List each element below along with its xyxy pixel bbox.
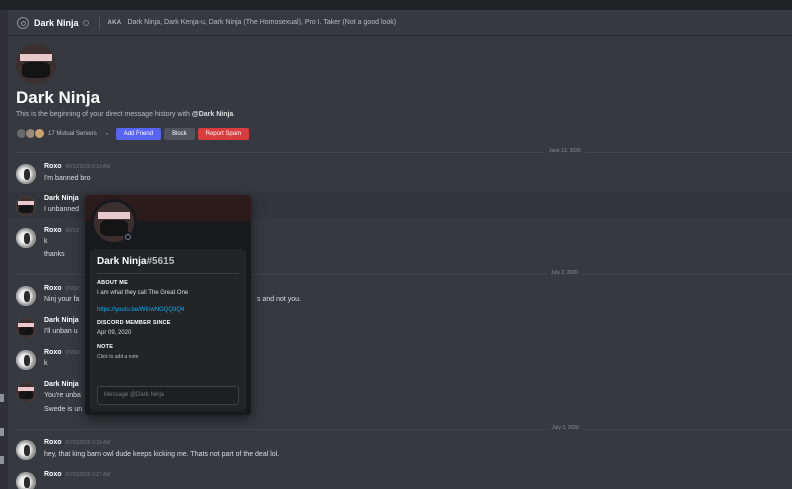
add-friend-button[interactable]: Add Friend [115,127,162,140]
message-author[interactable]: Roxo 06/12/2020 6:19 AM [44,163,110,170]
dm-title: Dark Ninja [16,88,101,107]
message-text: k [44,360,48,367]
about-me-heading: ABOUT ME [97,280,128,286]
aka-label: AKA [107,19,122,26]
message-text: You're unba [44,392,81,399]
rail-mark [0,456,4,464]
header-username[interactable]: Dark Ninja [34,18,79,28]
user-profile-popout[interactable]: Dark Ninja#5615 ABOUT ME I am what they … [85,195,251,415]
avatar[interactable] [16,318,36,338]
note-heading: NOTE [97,344,114,350]
window-top-strip [0,0,792,10]
dm-avatar[interactable] [16,44,56,84]
member-since-date: Apr 09, 2020 [97,330,132,336]
message-text: I unbanned [44,206,80,213]
message-timestamp: 07/03/2020 3:27 AM [65,472,111,478]
avatar[interactable] [16,286,36,306]
dot-separator [105,132,108,135]
message[interactable]: Roxo 07/03/2020 3:16 AM hey, that king ba… [8,436,792,464]
message-timestamp: 06/12/2020 6:19 AM [65,164,111,170]
message-text: k [44,238,48,245]
mutual-server-icons[interactable] [16,128,45,139]
offline-status-icon [123,232,133,242]
message-author[interactable]: Dark Ninja [44,381,79,388]
message-text: hey, that king barn owl dude keeps kicki… [44,451,280,458]
mutual-servers-link[interactable]: 17 Mutual Servers [48,131,97,137]
report-spam-button[interactable]: Report Spam [197,127,250,140]
profile-body: Dark Ninja#5615 ABOUT ME I am what they … [90,249,246,411]
message-timestamp: 07/03/2020 3:16 AM [65,440,111,446]
message-text: I'll unban u [44,328,78,335]
about-me-text: I am what they call The Great One [97,290,189,296]
message-text: thanks [44,251,65,258]
avatar[interactable] [16,228,36,248]
block-button[interactable]: Block [164,127,195,140]
message-text: Ninj your fa [44,296,80,303]
avatar[interactable] [16,382,36,402]
rail-mark [0,394,4,402]
message-author[interactable]: Dark Ninja [44,195,79,202]
message[interactable]: Roxo 06/12/2020 6:19 AM I'm banned bro [8,160,792,190]
dm-actions: 17 Mutual Servers Add Friend Block Repor… [16,127,252,140]
profile-username: Dark Ninja#5615 [97,256,175,267]
member-since-heading: DISCORD MEMBER SINCE [97,320,171,326]
message-text: s and not you. [257,296,301,303]
left-rail [0,10,8,489]
aka-names: Dark Ninja, Dark Kenja-u, Dark Ninja (Th… [127,19,397,26]
avatar[interactable] [16,196,36,216]
channel-header: Dark Ninja AKA Dark Ninja, Dark Kenja-u,… [8,10,792,36]
message-author[interactable]: Roxo 07/02/ [44,349,79,356]
message-text: I'm banned bro [44,175,91,182]
message[interactable]: Roxo 07/03/2020 3:27 AM [8,468,792,489]
avatar[interactable] [16,164,36,184]
profile-tag: #5615 [146,256,175,267]
header-divider [98,15,100,30]
date-divider: July 3, 2020 [16,425,792,431]
message-author[interactable]: Roxo 07/02/ [44,285,79,292]
avatar[interactable] [16,472,36,489]
message-author[interactable]: Dark Ninja [44,317,79,324]
message-author[interactable]: Roxo 06/12/ [44,227,79,234]
about-me-link[interactable]: https://youtu.be/WInwNGQQ3Q4 [97,307,239,313]
dm-subtitle-user[interactable]: @Dark Ninja [192,111,233,118]
message-author[interactable]: Roxo 07/03/2020 3:27 AM [44,471,110,478]
avatar[interactable] [16,350,36,370]
message-input[interactable]: Message @Dark Ninja [97,386,239,405]
profile-divider [97,273,239,274]
message-timestamp: 07/02/ [65,350,80,356]
message-timestamp: 06/12/ [65,228,80,234]
date-divider: June 12, 2020 [16,148,792,154]
offline-status-icon [82,19,89,26]
avatar[interactable] [16,440,36,460]
dm-subtitle: This is the beginning of your direct mes… [16,111,236,118]
message-timestamp: 07/02/ [65,286,80,292]
note-input[interactable]: Click to add a note [97,354,239,360]
message-text: Swede is un [44,406,83,413]
rail-mark [0,428,4,436]
at-icon [17,16,29,29]
message-author[interactable]: Roxo 07/03/2020 3:16 AM [44,439,110,446]
